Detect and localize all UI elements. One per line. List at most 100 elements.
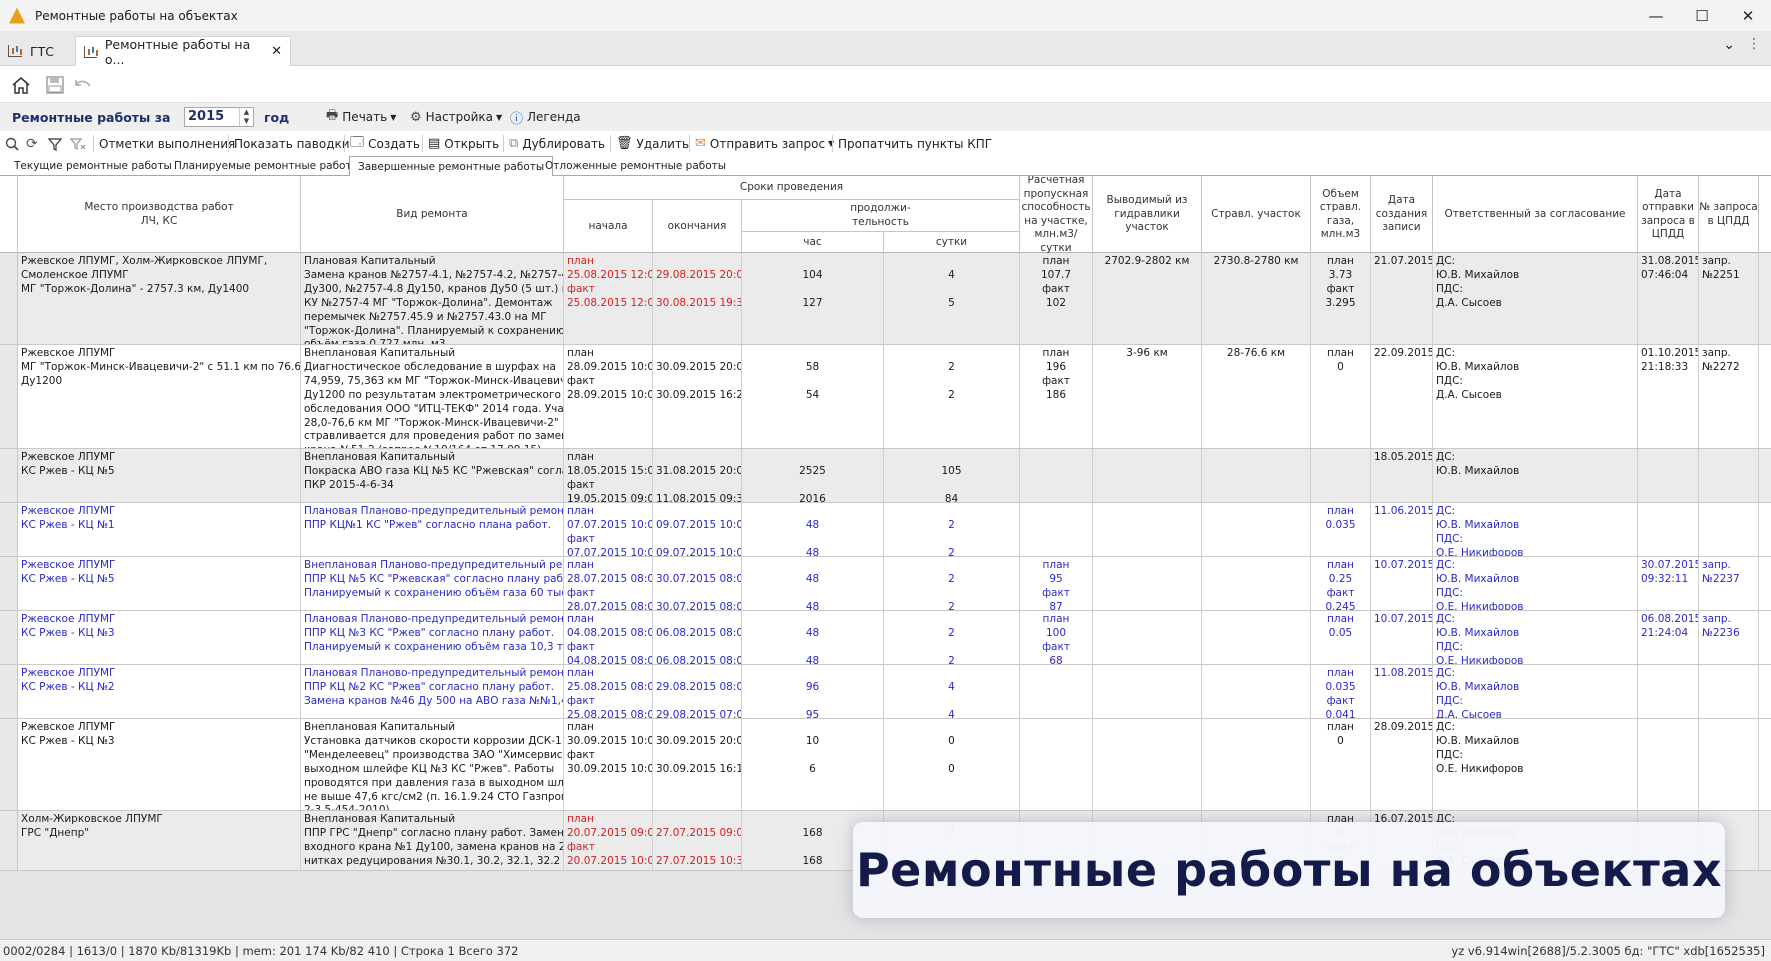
tab-repair-works[interactable]: Ремонтные работы на о... ✕ bbox=[75, 36, 291, 67]
table-row[interactable]: Ржевское ЛПУМГ КС Ржев - КЦ №3 Плановая П… bbox=[0, 611, 1771, 665]
envelope-icon: ✉ bbox=[695, 136, 706, 151]
cell-gas: план 0.25 факт 0.245 bbox=[1311, 557, 1371, 610]
col-capacity[interactable]: Расчетная пропускная способность на учас… bbox=[1020, 176, 1093, 254]
cell-req bbox=[1699, 665, 1759, 718]
search-icon[interactable] bbox=[5, 134, 19, 153]
row-selector[interactable] bbox=[0, 345, 18, 448]
table-row[interactable]: Ржевское ЛПУМГ КС Ржев - КЦ №1 Плановая П… bbox=[0, 503, 1771, 557]
cell-created: 21.07.2015 bbox=[1371, 253, 1433, 344]
col-sent-date[interactable]: Дата отправки запроса в ЦПДД bbox=[1638, 176, 1699, 253]
minimize-button[interactable]: — bbox=[1633, 0, 1679, 31]
save-icon[interactable] bbox=[44, 75, 66, 95]
col-request-no[interactable]: № запроса в ЦПДД bbox=[1699, 176, 1759, 253]
cell-sent bbox=[1638, 503, 1699, 556]
table-row[interactable]: Ржевское ЛПУМГ МГ "Торжок-Минск-Ивацевич… bbox=[0, 345, 1771, 449]
create-button[interactable]: 🗔 Создать bbox=[344, 134, 420, 153]
settings-label: Настройка bbox=[425, 110, 493, 124]
col-hours[interactable]: час bbox=[742, 232, 884, 253]
cell-end: 30.09.2015 20:00 30.09.2015 16:20 bbox=[653, 345, 742, 448]
send-request-button[interactable]: ✉Отправить запрос▼ bbox=[689, 134, 834, 153]
filter-icon[interactable] bbox=[48, 134, 62, 153]
table-row[interactable]: Ржевское ЛПУМГ КС Ржев - КЦ №3 Внепланова… bbox=[0, 719, 1771, 811]
row-selector[interactable] bbox=[0, 719, 18, 810]
row-selector[interactable] bbox=[0, 449, 18, 502]
floods-button[interactable]: Показать паводки bbox=[228, 134, 350, 153]
cell-req: запр. №2237 bbox=[1699, 557, 1759, 610]
subtab-current[interactable]: Текущие ремонтные работы bbox=[6, 157, 180, 176]
subtab-postponed[interactable]: Отложенные ремонтные работы bbox=[537, 157, 734, 176]
duplicate-button[interactable]: ⧉ Дублировать bbox=[503, 134, 605, 153]
dropdown-arrow-icon: ▼ bbox=[495, 112, 503, 122]
send-request-label: Отправить запрос bbox=[709, 136, 826, 151]
cell-gas: план 0.035 bbox=[1311, 503, 1371, 556]
row-selector[interactable] bbox=[0, 253, 18, 344]
settings-button[interactable]: ⚙ Настройка ▼ bbox=[410, 107, 502, 127]
cell-hours: 2525 2016 bbox=[742, 449, 884, 502]
col-end[interactable]: окончания bbox=[653, 200, 742, 253]
copy-icon: ⧉ bbox=[509, 136, 519, 151]
open-button[interactable]: ▤ Открыть bbox=[422, 134, 499, 153]
col-removed-section[interactable]: Выводимый из гидравлики участок bbox=[1093, 176, 1202, 253]
close-button[interactable]: ✕ bbox=[1725, 0, 1771, 31]
cell-req: запр. №2272 bbox=[1699, 345, 1759, 448]
cell-end: 27.07.2015 09:00 27.07.2015 10:33 bbox=[653, 811, 742, 870]
row-selector[interactable] bbox=[0, 665, 18, 718]
col-start[interactable]: начала bbox=[564, 200, 653, 253]
home-icon[interactable] bbox=[10, 75, 32, 95]
clear-filter-icon[interactable] bbox=[70, 134, 86, 153]
tabs-dropdown-icon[interactable]: ⌄ bbox=[1723, 37, 1735, 53]
year-spinner[interactable]: ▲ ▼ bbox=[239, 108, 253, 126]
cell-resp: ДС: Ю.В. Михайлов ПДС: О.Е. Никифоров bbox=[1433, 557, 1638, 610]
refresh-icon[interactable]: ⟳ bbox=[26, 134, 38, 153]
cell-resp: ДС: Ю.В. Михайлов ПДС: О.Е. Никифоров bbox=[1433, 503, 1638, 556]
cell-place: Ржевское ЛПУМГ КС Ржев - КЦ №5 bbox=[18, 557, 301, 610]
cell-sent bbox=[1638, 449, 1699, 502]
status-bar: 0002/0284 | 1613/0 | 1870 Kb/81319Kb | m… bbox=[0, 939, 1771, 961]
undo-icon[interactable] bbox=[72, 75, 94, 95]
tab-close-icon[interactable]: ✕ bbox=[271, 44, 282, 59]
table-row[interactable]: Ржевское ЛПУМГ КС Ржев - КЦ №2 Плановая П… bbox=[0, 665, 1771, 719]
table-row[interactable]: Ржевское ЛПУМГ КС Ржев - КЦ №5 Внепланова… bbox=[0, 449, 1771, 503]
table-row[interactable]: Ржевское ЛПУМГ КС Ржев - КЦ №5 Внепланова… bbox=[0, 557, 1771, 611]
marks-label: Отметки выполнения bbox=[99, 136, 236, 151]
col-bleed-section[interactable]: Стравл. участок bbox=[1202, 176, 1311, 253]
col-responsible[interactable]: Ответственный за согласование bbox=[1433, 176, 1638, 253]
row-selector[interactable] bbox=[0, 503, 18, 556]
cell-created: 18.05.2015 bbox=[1371, 449, 1433, 502]
legend-button[interactable]: ⓘ Легенда bbox=[510, 107, 581, 127]
table-row[interactable]: Ржевское ЛПУМГ, Холм-Жирковское ЛПУМГ, С… bbox=[0, 253, 1771, 345]
cell-hours: 96 95 bbox=[742, 665, 884, 718]
print-kpg-button[interactable]: Пропатчить пункты КПГ bbox=[832, 134, 993, 153]
row-selector[interactable] bbox=[0, 811, 18, 870]
info-icon: ⓘ bbox=[510, 111, 524, 127]
tab-gts[interactable]: ГТС bbox=[0, 36, 75, 66]
cell-end: 06.08.2015 08:00 06.08.2015 08:00 bbox=[653, 611, 742, 664]
cell-req bbox=[1699, 449, 1759, 502]
print-button[interactable]: 🖶 Печать ▼ bbox=[326, 107, 396, 127]
more-icon[interactable]: ⋮ bbox=[1747, 36, 1761, 52]
maximize-button[interactable]: ☐ bbox=[1679, 0, 1725, 31]
delete-button[interactable]: 🗑 Удалить bbox=[610, 134, 689, 153]
cell-type: Внеплановая Капитальный Установка датчик… bbox=[301, 719, 564, 810]
marks-button[interactable]: Отметки выполнения bbox=[93, 134, 236, 153]
cell-gas: план 0.05 bbox=[1311, 611, 1371, 664]
row-selector[interactable] bbox=[0, 557, 18, 610]
col-days[interactable]: сутки bbox=[884, 232, 1020, 253]
print-kpg-label: Пропатчить пункты КПГ bbox=[838, 136, 993, 151]
col-created[interactable]: Дата создания записи bbox=[1371, 176, 1433, 253]
app-warning-icon bbox=[9, 7, 25, 24]
cell-bleed bbox=[1202, 449, 1311, 502]
year-input[interactable]: 2015 ▲ ▼ bbox=[184, 107, 254, 127]
cell-hours: 10 6 bbox=[742, 719, 884, 810]
col-type[interactable]: Вид ремонта bbox=[301, 176, 564, 253]
cell-resp: ДС: Ю.В. Михайлов ПДС: Д.А. Сысоев bbox=[1433, 345, 1638, 448]
subtab-planned[interactable]: Планируемые ремонтные работы bbox=[166, 157, 368, 176]
row-selector[interactable] bbox=[0, 611, 18, 664]
cell-req: запр. №2251 bbox=[1699, 253, 1759, 344]
col-gas-volume[interactable]: Объем стравл. газа, млн.м3 bbox=[1311, 176, 1371, 253]
cell-type: Внеплановая Капитальный ППР ГРС "Днепр" … bbox=[301, 811, 564, 870]
subtab-completed[interactable]: Завершенные ремонтные работы bbox=[349, 156, 554, 177]
col-place[interactable]: Место производства работ ЛЧ, КС bbox=[18, 176, 301, 253]
cell-hours: 48 48 bbox=[742, 611, 884, 664]
cell-days: 2 2 bbox=[884, 557, 1020, 610]
